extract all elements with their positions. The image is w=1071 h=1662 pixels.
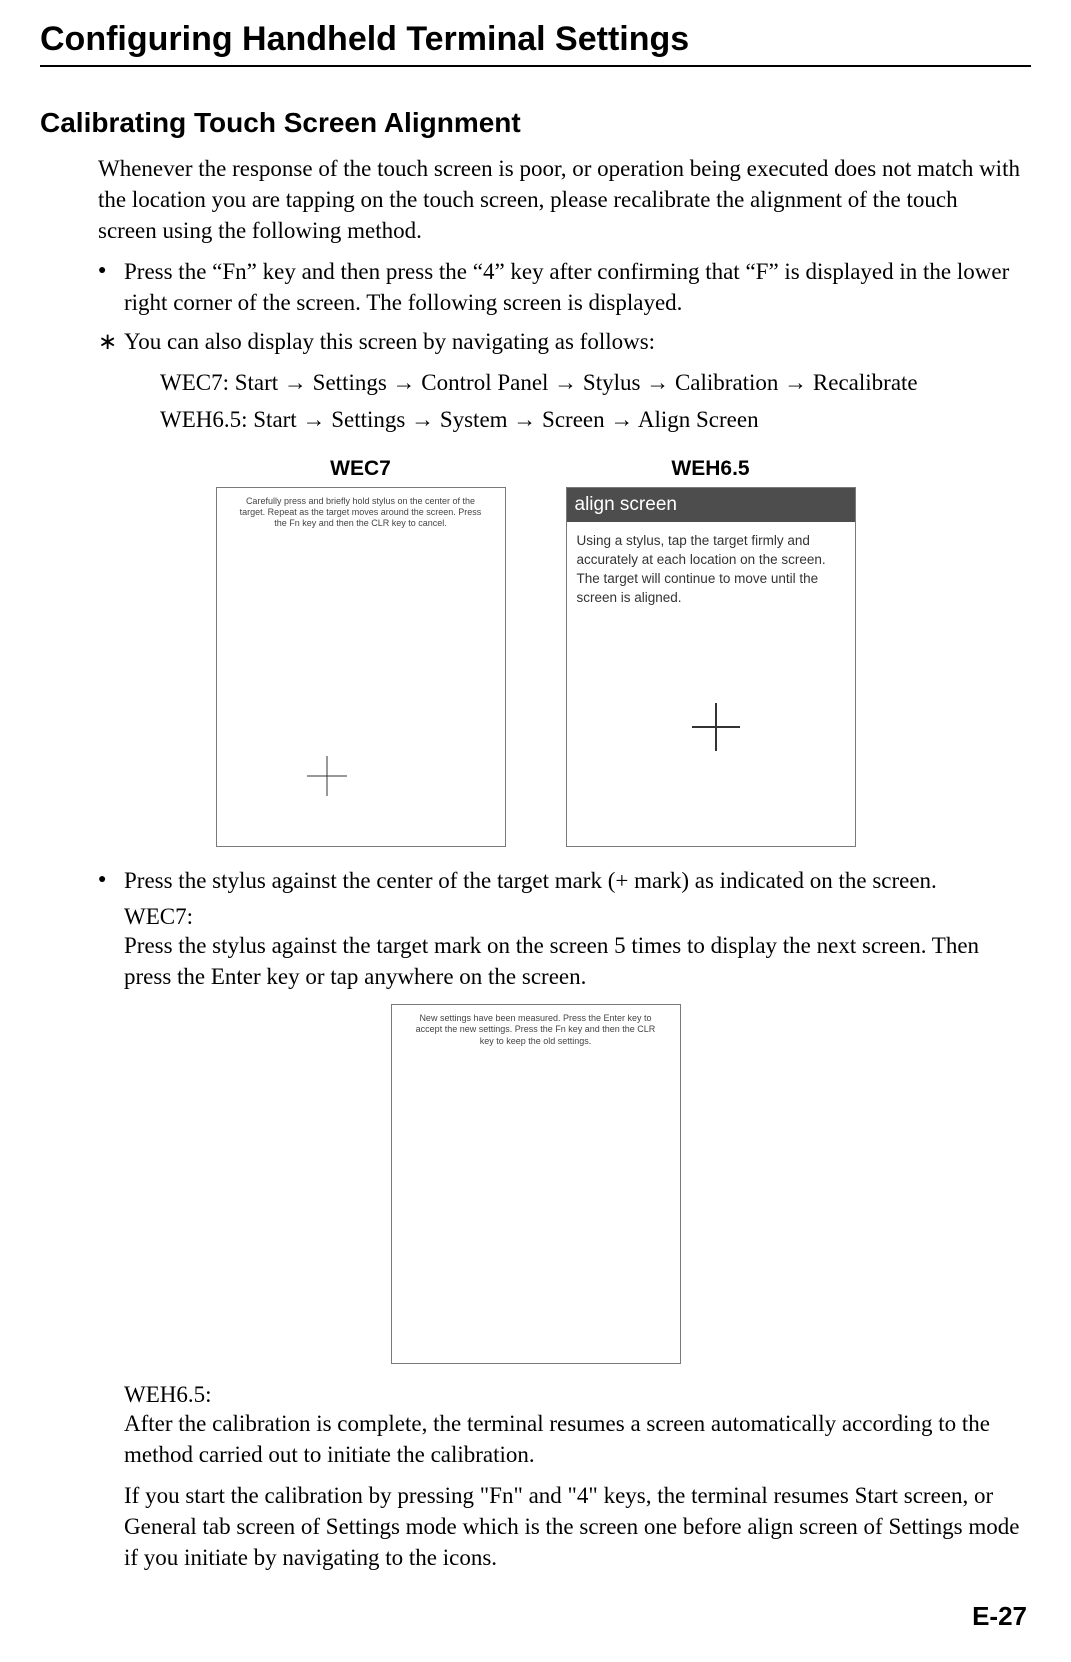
weh65-screen-text: Using a stylus, tap the target firmly an… bbox=[567, 522, 855, 608]
page-title: Configuring Handheld Terminal Settings bbox=[40, 20, 1031, 67]
wec7-sub-paragraph: Press the stylus against the target mark… bbox=[124, 930, 1021, 992]
wec7-sublabel: WEC7: bbox=[124, 904, 1031, 930]
figure-wec7: WEC7 Carefully press and briefly hold st… bbox=[216, 457, 506, 847]
bullet-dot-icon: ● bbox=[98, 256, 124, 318]
figure-caption-wec7: WEC7 bbox=[216, 457, 506, 481]
bullet-item-1: ● Press the “Fn” key and then press the … bbox=[98, 256, 1021, 318]
bullet-item-2: ● Press the stylus against the center of… bbox=[98, 865, 1021, 896]
weh65-title-bar: align screen bbox=[567, 488, 855, 522]
nav-path-weh65: WEH6.5: Start → Settings → System → Scre… bbox=[160, 402, 1021, 439]
crosshair-icon bbox=[692, 703, 740, 751]
wec7-complete-screen: New settings have been measured. Press t… bbox=[391, 1004, 681, 1364]
bullet-dot-icon: ● bbox=[98, 865, 124, 896]
bullet-1-text: Press the “Fn” key and then press the “4… bbox=[124, 256, 1021, 318]
figures-row: WEC7 Carefully press and briefly hold st… bbox=[40, 457, 1031, 847]
bullet-2-text: Press the stylus against the center of t… bbox=[124, 865, 937, 896]
page-number: E-27 bbox=[40, 1601, 1027, 1632]
section-heading: Calibrating Touch Screen Alignment bbox=[40, 107, 1031, 139]
intro-paragraph: Whenever the response of the touch scree… bbox=[98, 153, 1021, 246]
wec7-complete-text: New settings have been measured. Press t… bbox=[392, 1005, 680, 1047]
note-item: ∗ You can also display this screen by na… bbox=[98, 326, 1021, 357]
note-text: You can also display this screen by navi… bbox=[124, 326, 655, 357]
weh65-sublabel: WEH6.5: bbox=[124, 1382, 1031, 1408]
wec7-screen: Carefully press and briefly hold stylus … bbox=[216, 487, 506, 847]
crosshair-icon bbox=[307, 756, 347, 796]
figure-weh65: WEH6.5 align screen Using a stylus, tap … bbox=[566, 457, 856, 847]
weh65-sub-paragraph: After the calibration is complete, the t… bbox=[124, 1408, 1021, 1470]
figure-caption-weh65: WEH6.5 bbox=[566, 457, 856, 481]
final-paragraph: If you start the calibration by pressing… bbox=[124, 1480, 1021, 1573]
weh65-screen: align screen Using a stylus, tap the tar… bbox=[566, 487, 856, 847]
wec7-screen-text: Carefully press and briefly hold stylus … bbox=[217, 488, 505, 530]
nav-path-wec7: WEC7: Start → Settings → Control Panel →… bbox=[160, 365, 1021, 402]
asterisk-icon: ∗ bbox=[98, 326, 124, 357]
